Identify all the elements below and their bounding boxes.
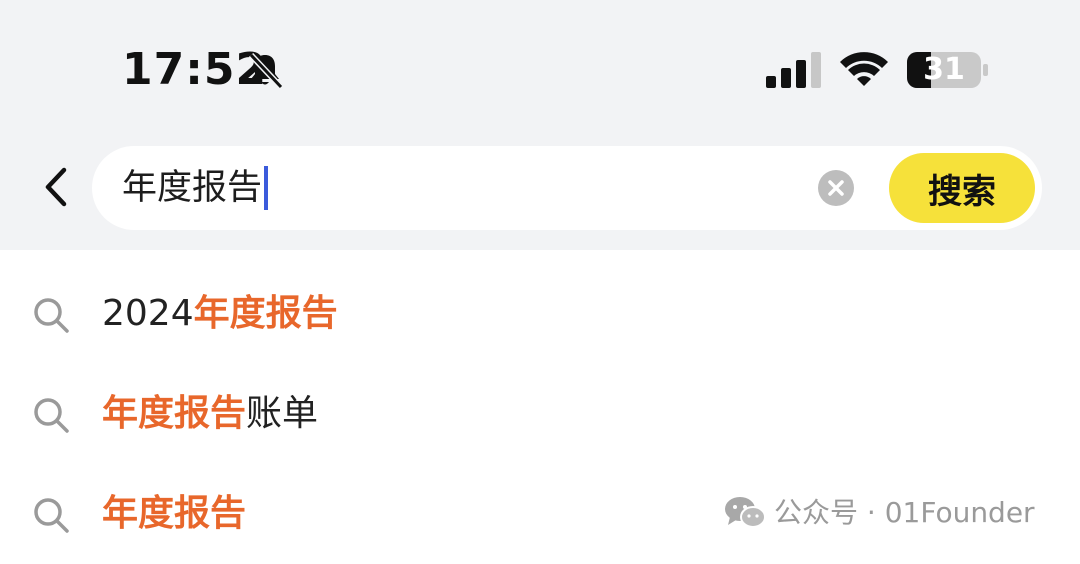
clear-icon[interactable] [818, 170, 854, 206]
search-icon [34, 298, 69, 333]
battery-level: 31 [923, 52, 965, 87]
suggestion-highlight: 年度报告 [102, 493, 247, 534]
suggestion-prefix: 2024 [102, 293, 194, 334]
suggestion-suffix: 账单 [246, 393, 319, 434]
search-input[interactable]: 年度报告 [122, 166, 269, 210]
search-button[interactable]: 搜索 [889, 153, 1035, 223]
suggestion-item[interactable]: 年度报告账单 [0, 364, 1080, 464]
suggestion-text: 年度报告账单 [102, 390, 318, 438]
battery-icon: 31 [906, 50, 990, 90]
header-area: 17:52 31 年度报告 搜索 [0, 0, 1080, 250]
text-caret [264, 166, 269, 210]
suggestion-text: 2024年度报告 [102, 290, 338, 338]
search-query: 年度报告 [122, 168, 263, 208]
suggestion-item[interactable]: 2024年度报告 [0, 264, 1080, 364]
wechat-icon [725, 497, 766, 528]
watermark-text: 公众号 · 01Founder [774, 496, 1035, 529]
search-icon [34, 498, 69, 533]
cellular-signal-icon [766, 52, 821, 88]
suggestion-text: 年度报告 [102, 490, 246, 538]
wifi-icon [840, 52, 888, 86]
search-field[interactable]: 年度报告 搜索 [92, 146, 1042, 230]
search-icon [34, 398, 69, 433]
suggestion-highlight: 年度报告 [193, 293, 338, 334]
status-bar: 17:52 31 [0, 0, 1080, 140]
back-arrow-icon[interactable] [36, 162, 76, 212]
suggestion-highlight: 年度报告 [102, 393, 247, 434]
bell-slash-icon [248, 52, 284, 90]
